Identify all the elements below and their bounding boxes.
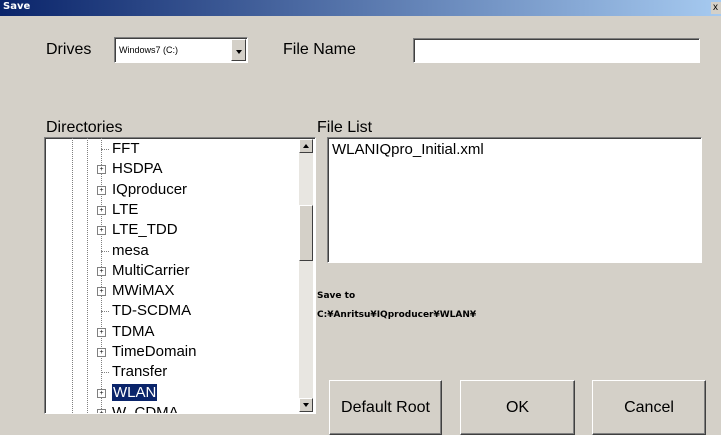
tree-item-label: LTE_TDD bbox=[112, 221, 178, 239]
tree-guide-line bbox=[72, 138, 73, 413]
tree-item[interactable]: + W_CDMA bbox=[97, 403, 315, 414]
tree-item[interactable]: + MWiMAX bbox=[97, 281, 315, 301]
tree-item-label: W_CDMA bbox=[112, 403, 179, 414]
tree-guide-line bbox=[87, 138, 88, 413]
save-to-path: C:¥Anritsu¥IQproducer¥WLAN¥ bbox=[317, 310, 477, 320]
tree-item[interactable]: + LTE_TDD bbox=[97, 220, 315, 240]
expand-plus-icon[interactable]: + bbox=[97, 185, 106, 195]
tree-connector bbox=[101, 311, 109, 313]
file-list-label: File List bbox=[317, 119, 373, 136]
expand-plus-icon[interactable]: + bbox=[97, 348, 106, 357]
tree-item[interactable]: mesa bbox=[101, 241, 315, 261]
drives-selected-value: Windows7 (C:) bbox=[119, 45, 179, 55]
tree-item[interactable]: FFT bbox=[101, 139, 315, 159]
close-button[interactable]: x bbox=[711, 2, 721, 14]
tree-connector bbox=[101, 149, 109, 150]
ok-button-label: OK bbox=[505, 399, 530, 416]
tree-item-label: mesa bbox=[112, 241, 149, 259]
tree-item[interactable]: Transfer bbox=[101, 362, 315, 382]
expand-plus-icon[interactable]: + bbox=[97, 205, 106, 215]
drives-combobox[interactable]: Windows7 (C:) bbox=[114, 37, 248, 63]
expand-plus-icon[interactable]: + bbox=[97, 165, 106, 175]
file-name-input[interactable] bbox=[413, 38, 700, 63]
tree-item-label: MultiCarrier bbox=[112, 261, 190, 279]
expand-plus-icon[interactable]: + bbox=[97, 388, 106, 398]
tree-item[interactable]: + HSDPA bbox=[97, 159, 315, 179]
tree-item-label: Transfer bbox=[112, 363, 168, 381]
expand-plus-icon[interactable]: + bbox=[97, 408, 106, 413]
arrow-down-icon bbox=[303, 403, 309, 407]
default-root-button[interactable]: Default Root bbox=[329, 380, 442, 435]
tree-item-label: TimeDomain bbox=[112, 343, 197, 360]
cancel-button[interactable]: Cancel bbox=[592, 380, 706, 435]
tree-item-label: HSDPA bbox=[112, 160, 163, 178]
tree-item-label: FFT bbox=[112, 140, 140, 157]
tree-item-label: IQproducer bbox=[112, 180, 188, 198]
tree-item[interactable]: TD-SCDMA bbox=[101, 301, 315, 321]
window-title: Save bbox=[3, 1, 31, 12]
expand-plus-icon[interactable]: + bbox=[97, 266, 106, 276]
drives-label: Drives bbox=[46, 41, 92, 58]
file-list-box[interactable]: WLANIQpro_Initial.xml bbox=[327, 137, 702, 263]
tree-item-label: MWiMAX bbox=[112, 282, 175, 300]
scroll-down-button[interactable] bbox=[299, 398, 313, 412]
tree-item[interactable]: + IQproducer bbox=[97, 180, 315, 200]
tree-item[interactable]: + WLAN bbox=[97, 383, 315, 403]
tree-item-label: LTE bbox=[112, 200, 139, 218]
tree-connector bbox=[101, 372, 109, 374]
default-root-button-label: Default Root bbox=[341, 399, 430, 416]
save-dialog: Save x Drives Windows7 (C:) File Name Di… bbox=[0, 0, 721, 435]
expand-plus-icon[interactable]: + bbox=[97, 287, 106, 297]
scroll-thumb[interactable] bbox=[299, 205, 313, 261]
tree-item[interactable]: + MultiCarrier bbox=[97, 261, 315, 281]
file-name-label: File Name bbox=[283, 41, 356, 58]
ok-button[interactable]: OK bbox=[460, 380, 575, 435]
file-list-item[interactable]: WLANIQpro_Initial.xml bbox=[332, 141, 484, 158]
directories-label: Directories bbox=[46, 119, 123, 136]
title-bar: Save x bbox=[0, 0, 721, 16]
drives-dropdown-button[interactable] bbox=[231, 39, 246, 61]
arrow-up-icon bbox=[303, 144, 309, 148]
scroll-up-button[interactable] bbox=[299, 139, 313, 153]
directories-tree[interactable]: FFT + HSDPA + IQproducer + LTE + LTE_TDDmesa + Mul… bbox=[44, 137, 316, 414]
tree-item[interactable]: + TDMA bbox=[97, 322, 315, 342]
expand-plus-icon[interactable]: + bbox=[97, 226, 106, 236]
save-to-label: Save to bbox=[317, 291, 356, 301]
cancel-button-label: Cancel bbox=[624, 399, 674, 416]
chevron-down-icon bbox=[236, 50, 242, 54]
tree-item[interactable]: + LTE bbox=[97, 200, 315, 220]
expand-plus-icon[interactable]: + bbox=[97, 327, 106, 337]
tree-item[interactable]: + TimeDomain bbox=[97, 342, 315, 362]
tree-item-label: TDMA bbox=[112, 322, 155, 340]
directories-scrollbar[interactable] bbox=[299, 139, 313, 412]
tree-connector bbox=[101, 250, 109, 252]
tree-item-label: TD-SCDMA bbox=[112, 302, 192, 320]
tree-item-label: WLAN bbox=[112, 383, 158, 401]
